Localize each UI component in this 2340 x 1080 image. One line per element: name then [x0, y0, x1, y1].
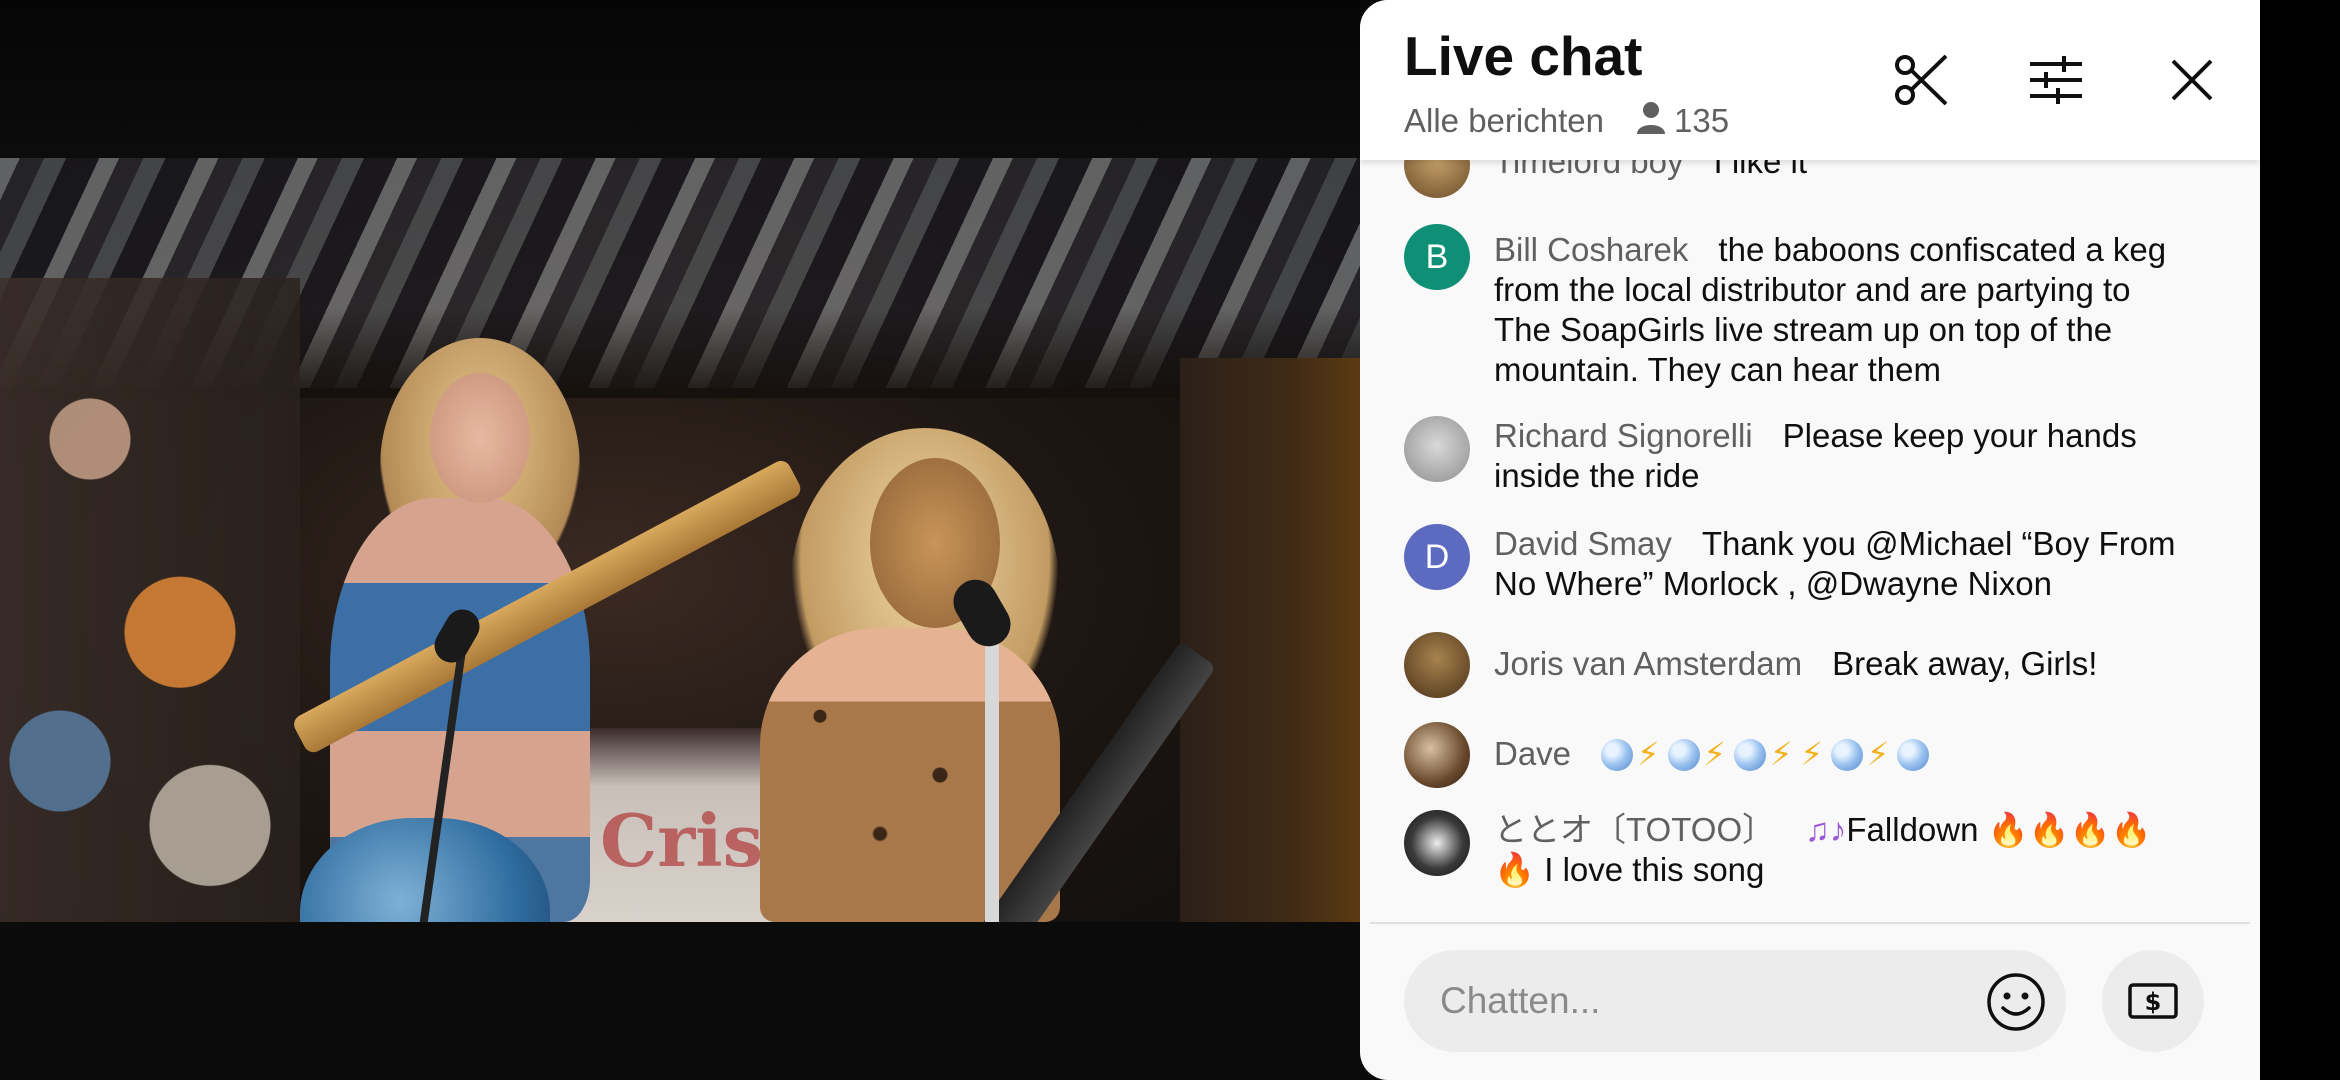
fire-emoji: 🔥 — [1494, 851, 1536, 888]
viewer-icon — [1637, 102, 1665, 134]
message-body: Richard Signorelli Please keep your hands… — [1494, 416, 2194, 496]
avatar[interactable] — [1404, 416, 1470, 482]
avatar[interactable]: D — [1404, 524, 1470, 590]
chat-title: Live chat — [1404, 25, 1643, 87]
close-icon — [2171, 59, 2213, 101]
video-wall-right — [1180, 358, 1360, 922]
avatar-letter: D — [1424, 537, 1450, 576]
video-wall-art — [0, 278, 300, 922]
viewer-count: 135 — [1674, 102, 1730, 139]
music-notes-emoji: ♫♪ — [1805, 811, 1847, 848]
avatar[interactable]: B — [1404, 224, 1470, 290]
scissors-icon — [1895, 54, 1948, 106]
clip-button[interactable] — [1890, 48, 1954, 112]
author-name[interactable]: Timelord boy — [1494, 160, 1684, 180]
screen-edge — [2260, 0, 2340, 1080]
composer-divider — [1370, 922, 2250, 924]
author-name[interactable]: Joris van Amsterdam — [1494, 645, 1802, 682]
emoji-button[interactable] — [1984, 970, 2048, 1034]
message-body: ととオ〔TOTOO〕 ♫♪Falldown 🔥🔥🔥🔥 🔥 I love this s… — [1494, 810, 2194, 890]
message-body: Bill Cosharek the baboons confiscated a k… — [1494, 230, 2194, 390]
svg-text:$: $ — [2145, 988, 2162, 1016]
super-chat-button[interactable]: $ — [2102, 950, 2204, 1052]
chat-settings-button[interactable] — [2024, 48, 2088, 112]
author-name[interactable]: ととオ〔TOTOO〕 — [1494, 811, 1775, 848]
message-emoji-sequence: ⚡ ⚡ ⚡ ⚡ ⚡ — [1601, 735, 1933, 772]
lightning-emoji: ⚡ — [1703, 736, 1726, 772]
performer-left-face — [430, 373, 530, 503]
message-text: I like it — [1713, 160, 1808, 180]
lightning-emoji: ⚡ — [1800, 736, 1823, 772]
avatar[interactable] — [1404, 722, 1470, 788]
author-name[interactable]: Bill Cosharek — [1494, 231, 1688, 268]
close-chat-button[interactable] — [2160, 48, 2224, 112]
bubbles-emoji — [1601, 739, 1634, 771]
author-name[interactable]: Dave — [1494, 735, 1571, 772]
chat-header: Live chat Alle berichten 135 — [1360, 0, 2260, 160]
avatar[interactable] — [1404, 810, 1470, 876]
sliders-icon — [2030, 56, 2082, 104]
lightning-emoji: ⚡ — [1637, 736, 1660, 772]
money-icon: $ — [2128, 983, 2178, 1019]
chat-filter-dropdown[interactable]: Alle berichten — [1404, 102, 1604, 140]
chat-message-list[interactable]: Timelord boy I like it B Bill Cosharek the… — [1360, 160, 2260, 922]
message-text: Break away, Girls! — [1832, 645, 2098, 682]
bubbles-emoji — [1830, 739, 1863, 771]
bubbles-emoji — [1733, 739, 1766, 771]
author-name[interactable]: David Smay — [1494, 525, 1672, 562]
bubbles-emoji — [1897, 739, 1930, 771]
avatar[interactable] — [1404, 160, 1470, 198]
smiley-icon — [1987, 973, 2045, 1031]
video-player[interactable]: Crispy — [0, 158, 1360, 922]
avatar-letter: B — [1425, 237, 1449, 276]
bubbles-emoji — [1667, 739, 1700, 771]
video-letterbox-top — [0, 0, 1360, 158]
video-letterbox-bottom — [0, 922, 1360, 1080]
author-name[interactable]: Richard Signorelli — [1494, 417, 1753, 454]
live-chat-panel: Live chat Alle berichten 135 Timelord bo… — [1360, 0, 2260, 1080]
message-text-end: I love this song — [1544, 851, 1765, 888]
avatar[interactable] — [1404, 632, 1470, 698]
message-body: Timelord boy I like it — [1494, 160, 2194, 182]
lightning-emoji: ⚡ — [1866, 736, 1890, 772]
message-body: Dave ⚡ ⚡ ⚡ ⚡ ⚡ — [1494, 734, 2194, 774]
message-text: Falldown — [1846, 811, 1979, 848]
message-body: David Smay Thank you @Michael “Boy From N… — [1494, 524, 2194, 604]
fire-emoji: 🔥🔥🔥🔥 — [1987, 811, 2152, 848]
chat-input[interactable] — [1438, 979, 1942, 1023]
chat-input-container[interactable] — [1404, 950, 2066, 1052]
message-body: Joris van Amsterdam Break away, Girls! — [1494, 644, 2194, 684]
lightning-emoji: ⚡ — [1769, 736, 1793, 772]
